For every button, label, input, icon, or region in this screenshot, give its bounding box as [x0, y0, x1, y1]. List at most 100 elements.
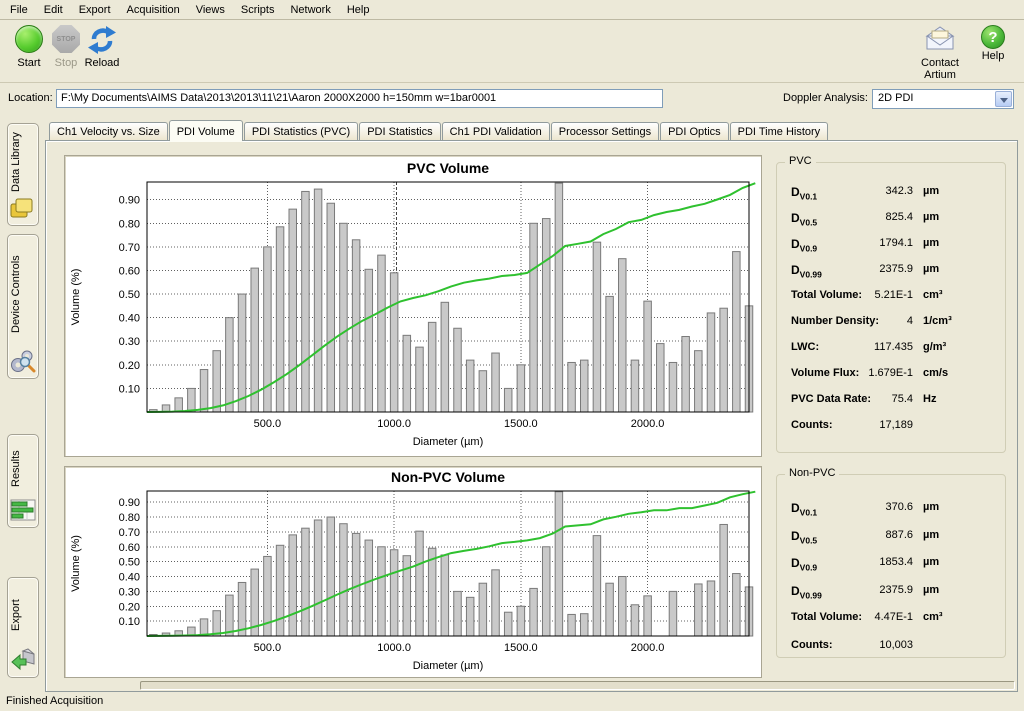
svg-text:0.90: 0.90 — [119, 497, 140, 509]
tab-processor-settings[interactable]: Processor Settings — [551, 122, 659, 140]
location-label: Location: — [8, 92, 53, 104]
stat-unit: cm/s — [923, 367, 948, 379]
doppler-analysis-value: 2D PDI — [878, 92, 913, 104]
menu-item-network[interactable]: Network — [282, 1, 338, 19]
sidebar-item-label: Device Controls — [10, 243, 40, 346]
sidebar-item-label: Data Library — [10, 132, 40, 193]
doppler-analysis-select[interactable]: 2D PDI — [872, 89, 1014, 109]
status-text: Finished Acquisition — [6, 695, 103, 707]
stat-value: 825.4 — [807, 211, 913, 223]
results-icon — [10, 497, 36, 523]
stat-unit: µm — [923, 211, 939, 223]
svg-text:Non-PVC Volume: Non-PVC Volume — [391, 469, 505, 485]
stat-row-volume-flux-: Volume Flux:1.679E-1cm/s — [777, 367, 1005, 385]
stat-value: 1853.4 — [807, 556, 913, 568]
stat-row-dv0.99: DV0.992375.9µm — [777, 263, 1005, 281]
reload-button[interactable]: Reload — [73, 21, 131, 69]
stat-row-total-volume-: Total Volume:4.47E-1cm³ — [777, 611, 1005, 629]
svg-text:0.40: 0.40 — [119, 313, 140, 325]
stat-unit: µm — [923, 501, 939, 513]
stat-unit: µm — [923, 263, 939, 275]
tab-pdi-statistics[interactable]: PDI Statistics — [359, 122, 440, 140]
svg-text:2000.0: 2000.0 — [631, 418, 665, 430]
pvc-volume-chart-panel: PVC Volume0.100.200.300.400.500.600.700.… — [64, 155, 762, 457]
stat-unit: µm — [923, 237, 939, 249]
stat-row-dv0.99: DV0.992375.9µm — [777, 584, 1005, 602]
sidebar-item-data-library[interactable]: Data Library — [7, 123, 39, 226]
menu-item-help[interactable]: Help — [339, 1, 378, 19]
svg-text:0.60: 0.60 — [119, 542, 140, 554]
stat-value: 117.435 — [807, 341, 913, 353]
svg-text:Volume (%): Volume (%) — [70, 269, 82, 326]
svg-text:Diameter (µm): Diameter (µm) — [413, 436, 484, 448]
help-button[interactable]: ? Help — [964, 21, 1022, 62]
export-icon — [10, 647, 36, 673]
stat-unit: g/m³ — [923, 341, 946, 353]
svg-text:0.20: 0.20 — [119, 601, 140, 613]
menu-item-acquisition[interactable]: Acquisition — [119, 1, 188, 19]
tab-pdi-time-history[interactable]: PDI Time History — [730, 122, 829, 140]
sidebar-item-label: Results — [10, 443, 40, 495]
tab-pdi-volume[interactable]: PDI Volume — [169, 120, 243, 141]
menu-bar: FileEditExportAcquisitionViewsScriptsNet… — [0, 0, 1024, 20]
pvc-stats-groupbox: PVC DV0.1342.3µmDV0.5825.4µmDV0.91794.1µ… — [776, 162, 1006, 453]
chevron-down-icon[interactable] — [995, 91, 1012, 107]
tab-pdi-optics[interactable]: PDI Optics — [660, 122, 729, 140]
menu-item-scripts[interactable]: Scripts — [233, 1, 283, 19]
location-row: Location: F:\My Documents\AIMS Data\2013… — [0, 82, 1024, 112]
svg-text:0.40: 0.40 — [119, 572, 140, 584]
svg-text:0.10: 0.10 — [119, 383, 140, 395]
svg-text:0.30: 0.30 — [119, 586, 140, 598]
svg-text:Diameter (µm): Diameter (µm) — [413, 660, 484, 672]
non-pvc-volume-chart: Non-PVC Volume0.100.200.300.400.500.600.… — [65, 467, 763, 679]
tab-ch1-pdi-validation[interactable]: Ch1 PDI Validation — [442, 122, 550, 140]
stat-unit: cm³ — [923, 611, 943, 623]
svg-text:500.0: 500.0 — [254, 418, 282, 430]
stat-row-dv0.1: DV0.1370.6µm — [777, 501, 1005, 519]
menu-item-export[interactable]: Export — [71, 1, 119, 19]
sidebar-item-export[interactable]: Export — [7, 577, 39, 678]
stat-unit: µm — [923, 185, 939, 197]
stat-row-dv0.9: DV0.91853.4µm — [777, 556, 1005, 574]
horizontal-scrollbar-track — [140, 681, 1015, 690]
sidebar-item-device-controls[interactable]: Device Controls — [7, 234, 39, 379]
svg-text:1500.0: 1500.0 — [504, 418, 538, 430]
tab-bar: Ch1 Velocity vs. SizePDI VolumePDI Stati… — [49, 120, 829, 141]
stat-unit: 1/cm³ — [923, 315, 952, 327]
svg-text:0.80: 0.80 — [119, 218, 140, 230]
sidebar-item-label: Export — [10, 586, 40, 645]
pvc-groupbox-title: PVC — [785, 155, 816, 167]
stat-value: 1794.1 — [807, 237, 913, 249]
menu-item-edit[interactable]: Edit — [36, 1, 71, 19]
non-pvc-volume-chart-panel: Non-PVC Volume0.100.200.300.400.500.600.… — [64, 466, 762, 678]
svg-text:0.90: 0.90 — [119, 195, 140, 207]
tab-ch1-velocity-vs-size[interactable]: Ch1 Velocity vs. Size — [49, 122, 168, 140]
sidebar: Data Library Device Controls Results Export — [0, 114, 45, 694]
reload-icon — [87, 25, 117, 55]
stat-row-counts-: Counts:17,189 — [777, 419, 1005, 437]
stat-value: 4 — [807, 315, 913, 327]
svg-text:PVC Volume: PVC Volume — [407, 160, 489, 176]
stat-unit: µm — [923, 556, 939, 568]
stat-row-dv0.9: DV0.91794.1µm — [777, 237, 1005, 255]
envelope-icon — [923, 25, 957, 55]
svg-text:1500.0: 1500.0 — [504, 642, 538, 654]
stat-row-dv0.5: DV0.5887.6µm — [777, 529, 1005, 547]
tab-pdi-statistics-pvc-[interactable]: PDI Statistics (PVC) — [244, 122, 358, 140]
svg-text:0.10: 0.10 — [119, 616, 140, 628]
stat-value: 342.3 — [807, 185, 913, 197]
stat-unit: Hz — [923, 393, 936, 405]
stat-value: 75.4 — [807, 393, 913, 405]
stat-row-number-density-: Number Density:41/cm³ — [777, 315, 1005, 333]
menu-item-file[interactable]: File — [2, 1, 36, 19]
stat-value: 17,189 — [807, 419, 913, 431]
location-input[interactable]: F:\My Documents\AIMS Data\2013\2013\11\2… — [56, 89, 663, 108]
menu-item-views[interactable]: Views — [188, 1, 233, 19]
stat-row-dv0.1: DV0.1342.3µm — [777, 185, 1005, 203]
stat-row-pvc-data-rate-: PVC Data Rate:75.4Hz — [777, 393, 1005, 411]
svg-text:1000.0: 1000.0 — [377, 642, 411, 654]
svg-text:0.80: 0.80 — [119, 512, 140, 524]
sidebar-item-results[interactable]: Results — [7, 434, 39, 528]
reload-button-label: Reload — [73, 57, 131, 69]
data-library-icon — [10, 195, 36, 221]
